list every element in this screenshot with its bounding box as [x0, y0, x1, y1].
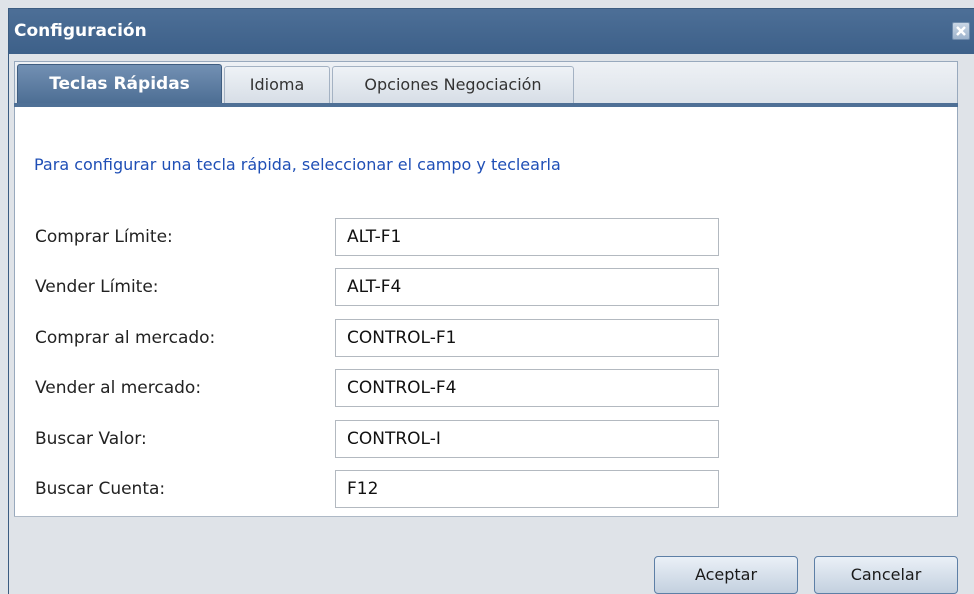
title-bar[interactable]: Configuración: [9, 9, 974, 54]
close-icon: [956, 26, 966, 36]
label-search-symbol: Buscar Valor:: [35, 429, 147, 449]
input-sell-limit[interactable]: ALT-F4: [335, 268, 719, 306]
instruction-text: Para configurar una tecla rápida, selecc…: [34, 155, 561, 174]
label-sell-market: Vender al mercado:: [35, 378, 202, 398]
label-search-account: Buscar Cuenta:: [35, 479, 166, 499]
input-sell-market[interactable]: CONTROL-F4: [335, 369, 719, 407]
label-buy-limit: Comprar Límite:: [35, 227, 173, 247]
input-search-account[interactable]: F12: [335, 470, 719, 508]
window-title: Configuración: [14, 21, 147, 41]
cancel-button[interactable]: Cancelar: [814, 556, 958, 594]
input-buy-market[interactable]: CONTROL-F1: [335, 319, 719, 357]
accept-button[interactable]: Aceptar: [654, 556, 798, 594]
label-buy-market: Comprar al mercado:: [35, 328, 216, 348]
label-sell-limit: Vender Límite:: [35, 277, 159, 297]
footer-divider: [14, 516, 958, 517]
close-button[interactable]: [952, 22, 970, 40]
input-buy-limit[interactable]: ALT-F1: [335, 218, 719, 256]
tab-language[interactable]: Idioma: [224, 66, 330, 104]
hotkeys-panel: Para configurar una tecla rápida, selecc…: [14, 107, 958, 516]
tab-trading-options[interactable]: Opciones Negociación: [332, 66, 574, 104]
tab-strip: Teclas Rápidas Idioma Opciones Negociaci…: [14, 61, 958, 104]
tab-hotkeys[interactable]: Teclas Rápidas: [17, 64, 222, 104]
input-search-symbol[interactable]: CONTROL-I: [335, 420, 719, 458]
